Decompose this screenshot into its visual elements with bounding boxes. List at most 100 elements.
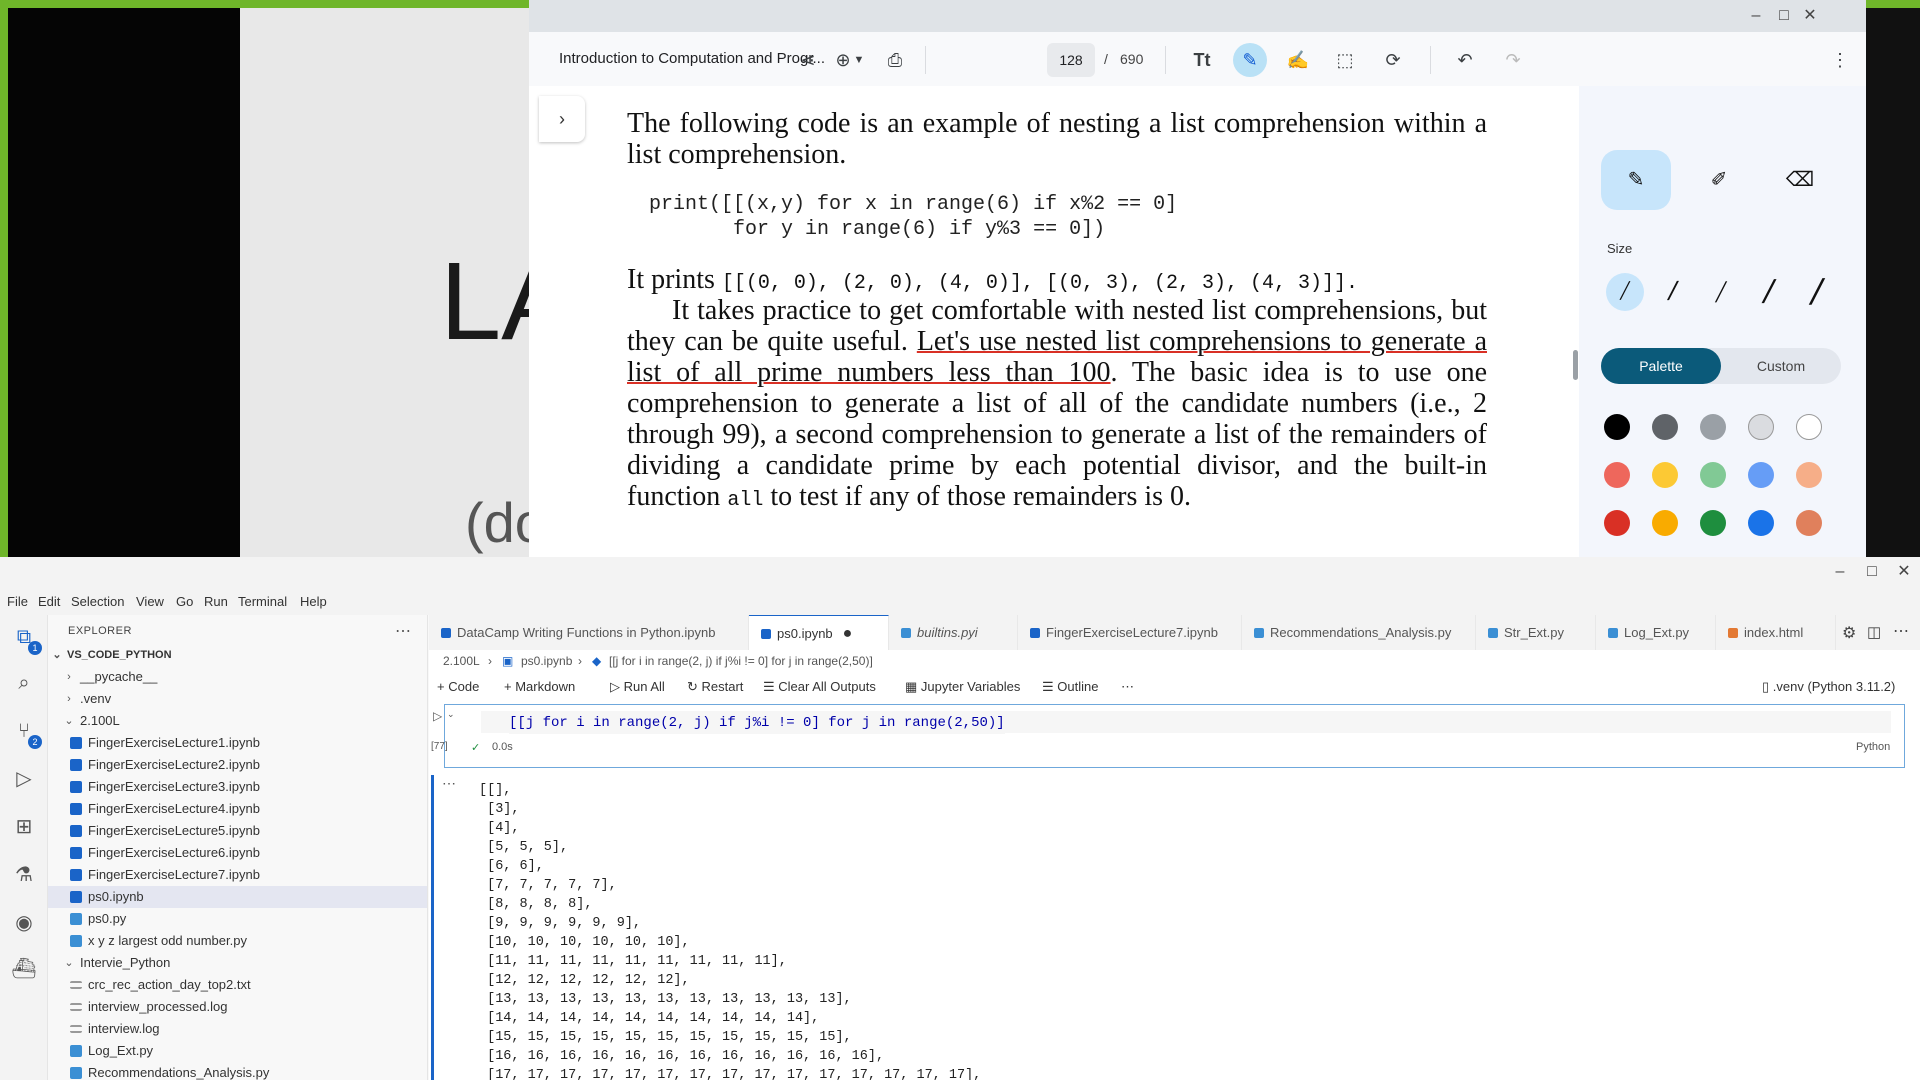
highlight-icon[interactable]: ✍ [1281, 43, 1315, 77]
docker-icon[interactable]: ⛴ [10, 955, 38, 983]
tree-file[interactable]: ps0.ipynb [48, 886, 427, 908]
cell-language[interactable]: Python [1856, 741, 1890, 753]
tab-ps0[interactable]: ps0.ipynb ● [749, 615, 889, 650]
page-number-input[interactable]: 128 [1047, 43, 1095, 77]
search-icon[interactable]: ⌕ [10, 669, 38, 697]
more-menu-icon[interactable]: ⋮ [1823, 43, 1857, 77]
color-swatch[interactable] [1796, 510, 1822, 536]
clear-outputs-button[interactable]: ☰ Clear All Outputs [763, 672, 876, 702]
color-swatch[interactable] [1652, 510, 1678, 536]
tree-file[interactable]: Recommendations_Analysis.py [48, 1062, 427, 1080]
pen-icon[interactable]: ✎ [1601, 150, 1671, 210]
select-area-icon[interactable]: ⬚ [1328, 43, 1362, 77]
palette-tab[interactable]: Palette [1601, 348, 1721, 384]
text-size-icon[interactable]: Tt [1185, 43, 1219, 77]
kernel-picker[interactable]: ▯ .venv (Python 3.11.2) [1762, 672, 1895, 702]
color-swatch[interactable] [1604, 462, 1630, 488]
breadcrumb-cell[interactable]: [[j for i in range(2, j) if j%i != 0] fo… [609, 650, 873, 672]
color-swatch[interactable] [1748, 414, 1774, 440]
menu-terminal[interactable]: Terminal [238, 594, 287, 609]
menu-help[interactable]: Help [300, 594, 327, 609]
color-swatch[interactable] [1652, 414, 1678, 440]
maximize-icon[interactable]: □ [1862, 562, 1882, 582]
print-icon[interactable]: ⎙ [878, 43, 912, 77]
tree-folder[interactable]: ⌄ Intervie_Python [48, 952, 427, 974]
highlighter-icon[interactable]: ✐ [1684, 150, 1754, 210]
breadcrumb-file[interactable]: ps0.ipynb [521, 650, 572, 672]
explorer-icon[interactable]: ⧉ 1 [10, 623, 42, 655]
color-swatch[interactable] [1700, 510, 1726, 536]
color-swatch[interactable] [1748, 462, 1774, 488]
tree-file[interactable]: FingerExerciseLecture3.ipynb [48, 776, 427, 798]
cell-code-text[interactable]: [[j for i in range(2, j) if j%i != 0] fo… [509, 712, 1005, 734]
size-option-4[interactable]: ╱ [1750, 273, 1788, 311]
outline-button[interactable]: ☰ Outline [1042, 672, 1098, 702]
tree-file[interactable]: Log_Ext.py [48, 1040, 427, 1062]
tab-datacamp[interactable]: DataCamp Writing Functions in Python.ipy… [429, 615, 749, 650]
pdf-scrollbar[interactable] [1573, 350, 1578, 380]
tree-file[interactable]: ps0.py [48, 908, 427, 930]
menu-go[interactable]: Go [176, 594, 193, 609]
maximize-icon[interactable]: □ [1774, 6, 1794, 26]
menu-edit[interactable]: Edit [38, 594, 60, 609]
color-swatch[interactable] [1652, 462, 1678, 488]
tree-file[interactable]: interview.log [48, 1018, 427, 1040]
add-code-button[interactable]: + Code [437, 672, 479, 702]
gear-icon[interactable]: ⚙ [1842, 623, 1856, 643]
chevron-down-icon[interactable]: ⌄ [447, 709, 455, 720]
tree-file[interactable]: FingerExerciseLecture2.ipynb [48, 754, 427, 776]
close-icon[interactable]: ✕ [1894, 562, 1914, 582]
menu-file[interactable]: File [7, 594, 28, 609]
tree-file[interactable]: FingerExerciseLecture5.ipynb [48, 820, 427, 842]
restart-button[interactable]: ↻ Restart [687, 672, 743, 702]
remote-icon[interactable]: ◉ [10, 909, 38, 937]
more-actions-icon[interactable]: ⋯ [1121, 672, 1134, 702]
color-swatch[interactable] [1796, 414, 1822, 440]
menu-view[interactable]: View [136, 594, 164, 609]
tab-builtins[interactable]: builtins.pyi [889, 615, 1018, 650]
tree-file[interactable]: interview_processed.log [48, 996, 427, 1018]
ocr-icon[interactable]: ⟳ [1376, 43, 1410, 77]
variables-button[interactable]: ▦ Jupyter Variables [905, 672, 1020, 702]
close-icon[interactable]: ✕ [1800, 6, 1820, 26]
tab-finger7[interactable]: FingerExerciseLecture7.ipynb [1018, 615, 1242, 650]
menu-run[interactable]: Run [204, 594, 228, 609]
color-swatch[interactable] [1604, 510, 1630, 536]
redo-icon[interactable]: ↷ [1496, 43, 1530, 77]
testing-icon[interactable]: ⚗ [10, 861, 38, 889]
tab-index-html[interactable]: index.html [1716, 615, 1836, 650]
run-cell-icon[interactable]: ▷ [433, 709, 442, 723]
tree-folder[interactable]: › __pycache__ [48, 666, 427, 688]
undo-icon[interactable]: ↶ [1448, 43, 1482, 77]
add-markdown-button[interactable]: + Markdown [504, 672, 575, 702]
color-swatch[interactable] [1700, 414, 1726, 440]
size-option-1[interactable]: ╱ [1606, 273, 1644, 311]
chevron-right-icon[interactable]: › [539, 96, 585, 142]
run-debug-icon[interactable]: ▷ [10, 765, 38, 793]
eraser-icon[interactable]: ⌫ [1765, 150, 1835, 210]
tree-file[interactable]: FingerExerciseLecture6.ipynb [48, 842, 427, 864]
tree-folder[interactable]: › .venv [48, 688, 427, 710]
tree-file[interactable]: FingerExerciseLecture7.ipynb [48, 864, 427, 886]
more-actions-icon[interactable]: ⋯ [1893, 621, 1909, 641]
tree-file[interactable]: crc_rec_action_day_top2.txt [48, 974, 427, 996]
output-more-icon[interactable]: ⋯ [442, 775, 456, 792]
menu-selection[interactable]: Selection [71, 594, 124, 609]
extensions-icon[interactable]: ⊞ [10, 813, 38, 841]
source-control-icon[interactable]: ⑂ 2 [10, 717, 42, 749]
unsaved-dot-icon[interactable]: ● [843, 625, 853, 642]
tree-file[interactable]: FingerExerciseLecture4.ipynb [48, 798, 427, 820]
size-option-3[interactable]: ╱ [1702, 273, 1740, 311]
custom-tab[interactable]: Custom [1721, 348, 1841, 384]
chevron-down-icon[interactable]: ▼ [850, 43, 868, 77]
minimize-icon[interactable]: – [1746, 6, 1766, 26]
tree-folder[interactable]: ⌄ 2.100L [48, 710, 427, 732]
share-icon[interactable]: ⋖ [791, 43, 825, 77]
minimize-icon[interactable]: – [1830, 562, 1850, 582]
size-option-5[interactable]: ╱ [1798, 273, 1836, 311]
tree-file[interactable]: FingerExerciseLecture1.ipynb [48, 732, 427, 754]
workspace-root[interactable]: ⌄ VS_CODE_PYTHON [48, 644, 427, 666]
split-editor-icon[interactable]: ◫ [1867, 623, 1881, 641]
color-swatch[interactable] [1604, 414, 1630, 440]
run-all-button[interactable]: ▷ Run All [610, 672, 665, 702]
